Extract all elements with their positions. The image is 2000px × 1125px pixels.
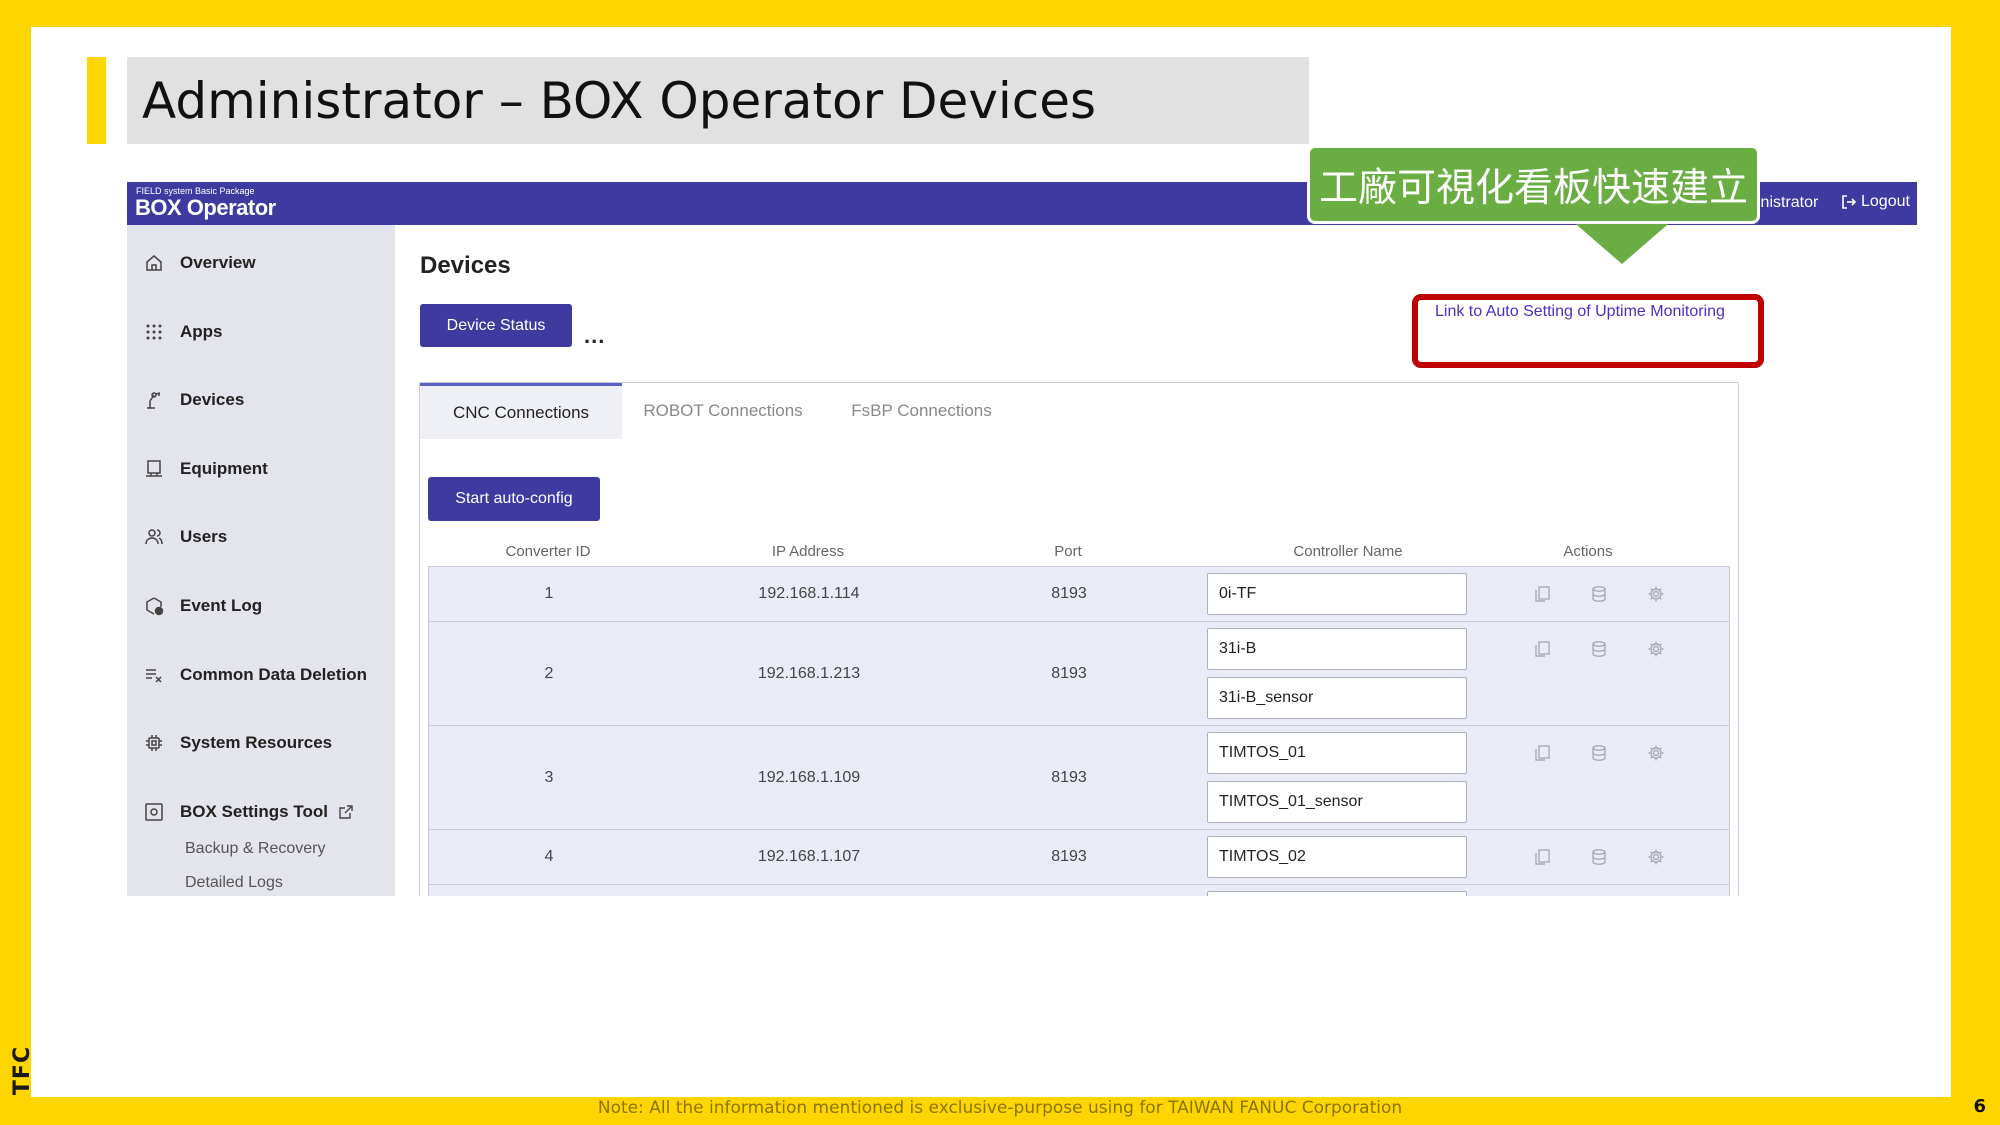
slide-title: Administrator – BOX Operator Devices bbox=[142, 71, 1097, 130]
highlight-box bbox=[1412, 294, 1764, 368]
sidebar-item-box-settings-tool[interactable]: BOX Settings Tool bbox=[127, 792, 395, 832]
clear-list-icon bbox=[142, 663, 166, 687]
home-icon bbox=[142, 251, 166, 275]
sidebar-item-label: Common Data Deletion bbox=[180, 665, 368, 684]
start-auto-config-button[interactable]: Start auto-config bbox=[428, 477, 600, 521]
sidebar-item-users[interactable]: Users bbox=[127, 517, 395, 557]
event-log-icon bbox=[142, 594, 166, 618]
grid-icon bbox=[142, 320, 166, 344]
port-cell: 8193 bbox=[1051, 585, 1087, 602]
tab-fsbp-connections[interactable]: FsBP Connections bbox=[824, 383, 1019, 439]
brand-name: BOX Operator bbox=[135, 195, 276, 220]
footer-note: Note: All the information mentioned is e… bbox=[597, 1098, 1403, 1118]
devices-table: 1 192.168.1.114 8193 0i-TF 2 192.168.1.2… bbox=[428, 566, 1730, 896]
copy-icon[interactable] bbox=[1531, 846, 1553, 868]
copy-icon[interactable] bbox=[1531, 638, 1553, 660]
database-icon[interactable] bbox=[1588, 846, 1610, 868]
connections-panel: CNC Connections ROBOT Connections FsBP C… bbox=[419, 382, 1739, 896]
callout-pointer bbox=[1570, 219, 1674, 264]
title-accent-bar bbox=[87, 57, 106, 144]
more-options-button[interactable]: ... bbox=[584, 323, 605, 349]
gear-icon[interactable] bbox=[1645, 583, 1667, 605]
sidebar-item-apps[interactable]: Apps bbox=[127, 312, 395, 352]
logout-button[interactable]: Logout bbox=[1841, 193, 1910, 211]
ip-address-cell: 192.168.1.213 bbox=[757, 665, 861, 682]
converter-id-cell: 3 bbox=[544, 769, 554, 786]
table-row: 1 192.168.1.114 8193 0i-TF bbox=[429, 567, 1729, 622]
tab-cnc-connections[interactable]: CNC Connections bbox=[420, 383, 622, 439]
sidebar-item-equipment[interactable]: Equipment bbox=[127, 449, 395, 489]
robot-arm-icon bbox=[142, 388, 166, 412]
controller-name-input[interactable]: 31i-B_sensor bbox=[1207, 677, 1467, 719]
sidebar-item-label: Event Log bbox=[180, 596, 263, 615]
current-user[interactable]: inistrator bbox=[1757, 194, 1818, 212]
port-cell: 8193 bbox=[1051, 848, 1087, 865]
table-row: 2 192.168.1.213 8193 31i-B 31i-B_sensor bbox=[429, 622, 1729, 726]
external-link-icon bbox=[339, 805, 353, 819]
sidebar-item-label: Users bbox=[180, 527, 228, 546]
sidebar-item-label: BOX Settings Tool bbox=[180, 802, 328, 821]
controller-name-input[interactable]: 31i-B bbox=[1207, 628, 1467, 670]
sidebar-item-label: Equipment bbox=[180, 459, 268, 478]
controller-name-input[interactable] bbox=[1207, 891, 1467, 896]
tab-robot-connections[interactable]: ROBOT Connections bbox=[622, 383, 824, 439]
sidebar-item-label: System Resources bbox=[180, 733, 333, 752]
gear-icon[interactable] bbox=[1645, 742, 1667, 764]
controller-name-input[interactable]: TIMTOS_01 bbox=[1207, 732, 1467, 774]
copy-icon[interactable] bbox=[1531, 583, 1553, 605]
chip-icon bbox=[142, 731, 166, 755]
tfc-logo: TFC bbox=[8, 1040, 38, 1100]
sidebar-subitem-detailed-logs[interactable]: Detailed Logs bbox=[185, 874, 283, 892]
gear-icon[interactable] bbox=[1645, 846, 1667, 868]
sidebar: Overview Apps Devices Equipment Users Ev… bbox=[127, 225, 395, 896]
column-header-controller-name: Controller Name bbox=[1293, 543, 1403, 560]
sidebar-item-system-resources[interactable]: System Resources bbox=[127, 723, 395, 763]
table-row: 3 192.168.1.109 8193 TIMTOS_01 TIMTOS_01… bbox=[429, 726, 1729, 830]
database-icon[interactable] bbox=[1588, 583, 1610, 605]
logout-icon bbox=[1842, 195, 1857, 209]
controller-name-input[interactable]: 0i-TF bbox=[1207, 573, 1467, 615]
converter-id-cell: 2 bbox=[544, 665, 554, 682]
callout-bubble: 工廠可視化看板快速建立 bbox=[1307, 145, 1760, 224]
ip-address-cell: 192.168.1.114 bbox=[758, 585, 860, 602]
sidebar-subitem-backup-recovery[interactable]: Backup & Recovery bbox=[185, 840, 326, 858]
controller-name-input[interactable]: TIMTOS_02 bbox=[1207, 836, 1467, 878]
users-icon bbox=[142, 525, 166, 549]
column-header-port: Port bbox=[1054, 543, 1082, 560]
sidebar-item-devices[interactable]: Devices bbox=[127, 380, 395, 420]
converter-id-cell: 4 bbox=[544, 848, 554, 865]
device-status-button[interactable]: Device Status bbox=[420, 304, 572, 347]
column-header-ip-address: IP Address bbox=[771, 543, 845, 560]
sidebar-item-overview[interactable]: Overview bbox=[127, 243, 395, 283]
slide-title-box: Administrator – BOX Operator Devices bbox=[127, 57, 1309, 144]
copy-icon[interactable] bbox=[1531, 742, 1553, 764]
port-cell: 8193 bbox=[1051, 769, 1087, 786]
port-cell: 8193 bbox=[1051, 665, 1087, 682]
database-icon[interactable] bbox=[1588, 742, 1610, 764]
sidebar-item-event-log[interactable]: Event Log bbox=[127, 586, 395, 626]
sidebar-item-label: Apps bbox=[180, 322, 223, 341]
sidebar-item-common-data-deletion[interactable]: Common Data Deletion bbox=[127, 655, 395, 695]
page-number: 6 bbox=[1973, 1096, 1986, 1117]
page-title: Devices bbox=[420, 252, 511, 279]
settings-box-icon bbox=[142, 800, 166, 824]
callout-text: 工廠可視化看板快速建立 bbox=[1318, 165, 1748, 211]
converter-id-cell: 1 bbox=[544, 585, 554, 602]
tfc-logo-text: TFC bbox=[10, 1045, 36, 1095]
column-header-actions: Actions bbox=[1563, 543, 1613, 560]
controller-name-input[interactable]: TIMTOS_01_sensor bbox=[1207, 781, 1467, 823]
sidebar-item-label: Devices bbox=[180, 390, 245, 409]
database-icon[interactable] bbox=[1588, 638, 1610, 660]
sidebar-item-label: Overview bbox=[180, 253, 256, 272]
monitor-icon bbox=[142, 457, 166, 481]
logout-label: Logout bbox=[1861, 193, 1910, 210]
app-screenshot: FIELD system Basic Package BOX Operator … bbox=[127, 182, 1917, 896]
slide-corner-notch bbox=[1953, 72, 2000, 132]
column-header-converter-id: Converter ID bbox=[505, 543, 591, 560]
gear-icon[interactable] bbox=[1645, 638, 1667, 660]
ip-address-cell: 192.168.1.107 bbox=[757, 848, 861, 865]
table-row: 4 192.168.1.107 8193 TIMTOS_02 bbox=[429, 830, 1729, 885]
ip-address-cell: 192.168.1.109 bbox=[757, 769, 861, 786]
